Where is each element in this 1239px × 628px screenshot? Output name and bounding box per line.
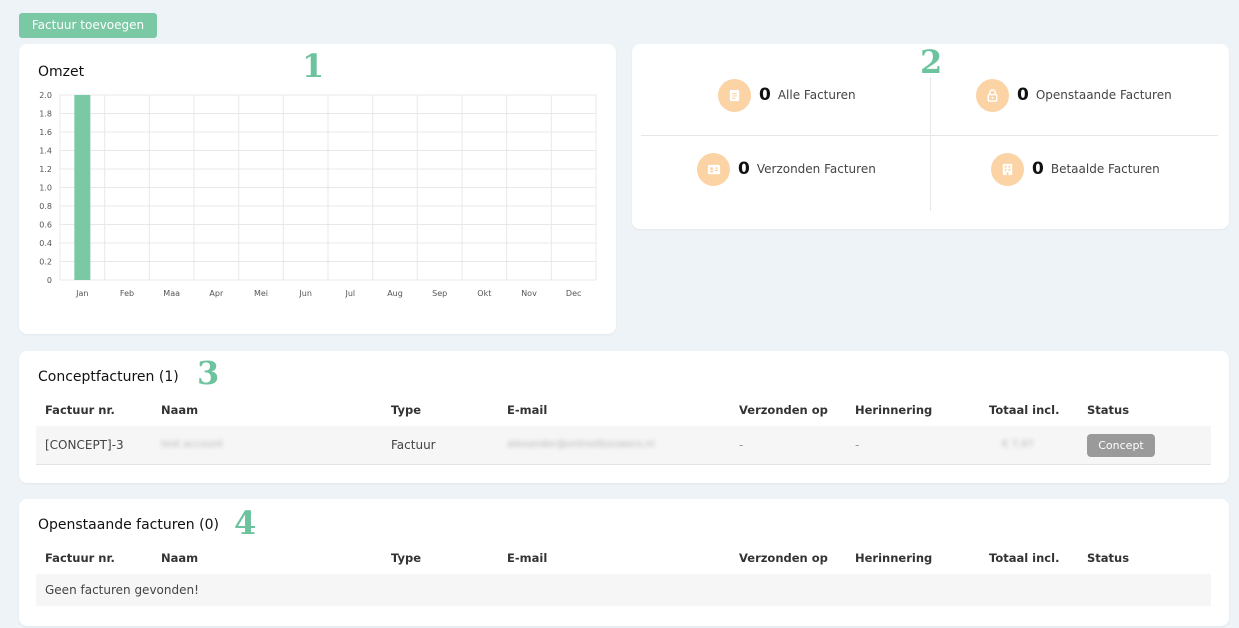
invoice-stats-card: 2 0 Alle Facturen 0 Openstaande Facturen… — [632, 44, 1229, 229]
open-invoices-card: Openstaande facturen (0) 4 Factuur nr. N… — [19, 499, 1229, 626]
customer-email: alexander@ontnetbouwers.nl — [507, 439, 655, 450]
stat-sent-invoices[interactable]: 0 Verzonden Facturen — [697, 152, 876, 186]
col-sent-on[interactable]: Verzonden op — [739, 551, 828, 565]
stat-paid-invoices[interactable]: 0 Betaalde Facturen — [991, 152, 1160, 186]
y-tick-label: 1.0 — [39, 184, 52, 193]
building-icon — [991, 152, 1024, 186]
y-tick-label: 0 — [47, 276, 52, 285]
x-tick-label: Jul — [345, 289, 356, 298]
col-type[interactable]: Type — [391, 403, 421, 417]
y-tick-label: 0.2 — [39, 258, 52, 267]
x-tick-label: Jan — [75, 289, 88, 298]
invoice-number: [CONCEPT]-3 — [45, 438, 124, 452]
contact-card-icon — [697, 152, 730, 186]
stat-paid-label: Betaalde Facturen — [1050, 162, 1160, 176]
stats-vertical-divider — [930, 77, 931, 211]
marker-3: 3 — [197, 354, 220, 392]
concept-section-title: Conceptfacturen (1) — [38, 369, 179, 385]
y-tick-label: 1.6 — [39, 128, 52, 137]
x-tick-label: Aug — [387, 289, 403, 298]
y-tick-label: 1.8 — [39, 110, 52, 119]
status-badge[interactable]: Concept — [1087, 434, 1155, 457]
add-invoice-button[interactable]: Factuur toevoegen — [19, 13, 157, 38]
x-tick-label: Nov — [521, 289, 537, 298]
stat-open-invoices[interactable]: 0 Openstaande Facturen — [976, 78, 1172, 112]
x-tick-label: Maa — [163, 289, 180, 298]
marker-4: 4 — [234, 504, 257, 542]
x-tick-label: Sep — [432, 289, 447, 298]
y-tick-label: 0.6 — [39, 221, 52, 230]
y-tick-label: 2.0 — [39, 91, 52, 100]
x-tick-label: Feb — [120, 289, 134, 298]
stat-all-label: Alle Facturen — [777, 88, 856, 102]
revenue-bar-chart: 0 0.2 0.4 0.6 0.8 1.0 1.2 1.4 1.6 1.8 2.0 Jan Feb Maa… — [39, 91, 597, 298]
bar-jan[interactable] — [74, 95, 91, 280]
col-status[interactable]: Status — [1087, 551, 1129, 565]
col-status[interactable]: Status — [1087, 403, 1129, 417]
x-tick-label: Jun — [298, 289, 312, 298]
sent-on: - — [739, 438, 744, 452]
col-name[interactable]: Naam — [161, 551, 198, 565]
stat-paid-count: 0 — [1032, 159, 1044, 179]
col-reminder[interactable]: Herinnering — [855, 551, 932, 565]
col-reminder[interactable]: Herinnering — [855, 403, 932, 417]
y-tick-label: 0.8 — [39, 202, 52, 211]
reminder: - — [855, 438, 860, 452]
col-sent-on[interactable]: Verzonden op — [739, 403, 828, 417]
col-type[interactable]: Type — [391, 551, 421, 565]
x-tick-label: Okt — [477, 289, 491, 298]
revenue-chart-card: Omzet 1 0 0.2 0.4 0.6 0.8 1.0 1.2 1.4 1.6 1.8 2.0 J… — [19, 44, 616, 334]
col-total[interactable]: Totaal incl. — [989, 403, 1059, 417]
concept-invoices-card: Conceptfacturen (1) 3 Factuur nr. Naam T… — [19, 351, 1229, 483]
y-tick-label: 0.4 — [39, 239, 52, 248]
stats-horizontal-divider — [641, 135, 1218, 136]
stat-sent-count: 0 — [738, 159, 750, 179]
table-row[interactable]: [CONCEPT]-3 test account Factuur alexand… — [36, 426, 1211, 465]
stat-sent-label: Verzonden Facturen — [756, 162, 876, 176]
x-tick-label: Dec — [566, 289, 581, 298]
col-invoice-number[interactable]: Factuur nr. — [45, 403, 115, 417]
document-icon — [718, 78, 751, 112]
col-invoice-number[interactable]: Factuur nr. — [45, 551, 115, 565]
empty-message: Geen facturen gevonden! — [45, 583, 199, 597]
empty-row: Geen facturen gevonden! — [36, 574, 1211, 606]
total-incl: € 7,97 — [1002, 439, 1034, 450]
stat-open-count: 0 — [1017, 85, 1029, 105]
invoice-type: Factuur — [391, 438, 436, 452]
open-section-title: Openstaande facturen (0) — [38, 517, 219, 533]
x-tick-label: Mei — [254, 289, 268, 298]
marker-2: 2 — [920, 43, 943, 81]
col-email[interactable]: E-mail — [507, 403, 547, 417]
stat-all-count: 0 — [759, 85, 771, 105]
stat-all-invoices[interactable]: 0 Alle Facturen — [718, 78, 856, 112]
customer-name: test account — [161, 439, 224, 450]
y-tick-label: 1.2 — [39, 165, 52, 174]
col-total[interactable]: Totaal incl. — [989, 551, 1059, 565]
y-tick-label: 1.4 — [39, 147, 52, 156]
col-name[interactable]: Naam — [161, 403, 198, 417]
stat-open-label: Openstaande Facturen — [1035, 88, 1172, 102]
x-tick-label: Apr — [209, 289, 224, 298]
lock-icon — [976, 78, 1009, 112]
col-email[interactable]: E-mail — [507, 551, 547, 565]
